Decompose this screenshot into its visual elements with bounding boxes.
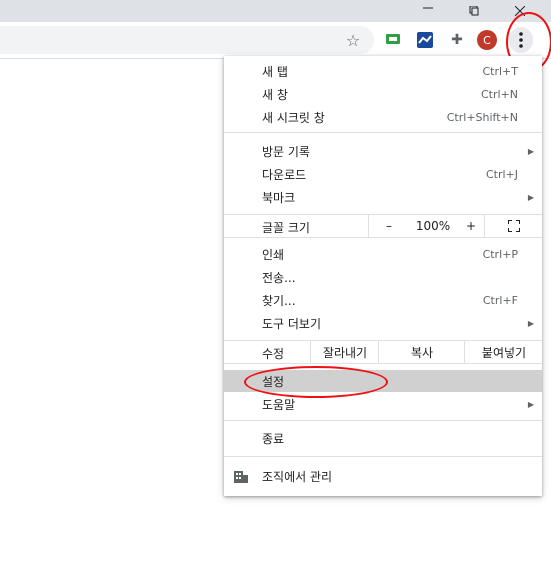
zoom-level: 100% (408, 215, 458, 237)
building-icon (234, 469, 248, 486)
menu-find[interactable]: 찾기... Ctrl+F (224, 289, 542, 311)
zoom-value: 100% (415, 219, 451, 233)
menu-label: 방문 기록 (262, 144, 310, 159)
menu-more-tools[interactable]: 도구 더보기 ▶ (224, 312, 542, 334)
cut-button[interactable]: 잘라내기 (310, 341, 379, 363)
extension-1-button[interactable] (382, 29, 404, 51)
extension-2-button[interactable] (414, 29, 436, 51)
star-icon: ☆ (345, 30, 361, 50)
paste-label: 붙여넣기 (481, 345, 527, 360)
menu-shortcut: Ctrl+P (482, 247, 518, 261)
copy-button[interactable]: 복사 (378, 341, 465, 363)
menu-history[interactable]: 방문 기록 ▶ (224, 140, 542, 162)
menu-shortcut: Ctrl+N (480, 87, 518, 101)
minimize-button[interactable] (410, 0, 446, 22)
submenu-arrow-icon: ▶ (527, 192, 534, 202)
menu-print[interactable]: 인쇄 Ctrl+P (224, 243, 542, 265)
menu-new-window[interactable]: 새 창 Ctrl+N (224, 83, 542, 105)
menu-cast[interactable]: 전송... (224, 266, 542, 288)
menu-label: 찾기... (262, 293, 296, 308)
menu-help[interactable]: 도움말 ▶ (224, 393, 542, 415)
browser-toolbar: ☆ ✚ C (0, 22, 551, 59)
zoom-out-button[interactable]: – (368, 215, 409, 237)
menu-label: 북마크 (262, 190, 296, 205)
submenu-arrow-icon: ▶ (527, 146, 534, 156)
cut-label: 잘라내기 (322, 345, 368, 360)
screen-extension-icon (386, 34, 400, 44)
zoom-label: 글꼴 크기 (262, 221, 310, 235)
zoom-plus-label: + (465, 219, 477, 233)
extensions-button[interactable]: ✚ (446, 29, 468, 51)
menu-shortcut: Ctrl+F (482, 293, 518, 307)
menu-shortcut: Ctrl+Shift+N (446, 110, 518, 124)
menu-managed[interactable]: 조직에서 관리 (224, 465, 542, 487)
chrome-menu: 새 탭 Ctrl+T 새 창 Ctrl+N 새 시크릿 창 Ctrl+Shift… (224, 56, 542, 496)
zoom-in-button[interactable]: + (458, 215, 484, 237)
fullscreen-button[interactable] (484, 215, 543, 237)
menu-downloads[interactable]: 다운로드 Ctrl+J (224, 163, 542, 185)
menu-label: 다운로드 (262, 167, 307, 182)
minimize-icon (423, 7, 433, 9)
address-bar[interactable] (0, 26, 374, 54)
menu-incognito[interactable]: 새 시크릿 창 Ctrl+Shift+N (224, 106, 542, 128)
wave-extension-icon (417, 32, 433, 48)
menu-new-tab[interactable]: 새 탭 Ctrl+T (224, 60, 542, 82)
restore-icon (469, 6, 479, 16)
separator (224, 420, 542, 421)
zoom-minus-label: – (386, 219, 392, 233)
menu-exit[interactable]: 종료 (224, 427, 542, 449)
menu-label: 도움말 (262, 397, 296, 412)
paste-button[interactable]: 붙여넣기 (464, 341, 543, 363)
menu-label: 종료 (262, 431, 285, 446)
submenu-arrow-icon: ▶ (527, 399, 534, 409)
menu-label: 조직에서 관리 (262, 469, 333, 484)
zoom-row: 글꼴 크기 – 100% + (224, 214, 542, 238)
menu-label: 도구 더보기 (262, 316, 322, 331)
profile-button[interactable]: C (476, 29, 498, 51)
copy-label: 복사 (410, 345, 434, 360)
menu-label: 전송... (262, 270, 296, 285)
menu-label: 새 시크릿 창 (262, 110, 325, 125)
avatar: C (477, 30, 497, 50)
restore-button[interactable] (456, 0, 492, 22)
menu-label: 새 창 (262, 87, 288, 102)
menu-bookmarks[interactable]: 북마크 ▶ (224, 186, 542, 208)
edit-label: 수정 (262, 347, 285, 361)
menu-label: 인쇄 (262, 247, 285, 262)
edit-row: 수정 잘라내기 복사 붙여넣기 (224, 340, 542, 364)
puzzle-icon: ✚ (451, 32, 463, 48)
menu-shortcut: Ctrl+J (485, 167, 518, 181)
fullscreen-icon (508, 220, 520, 232)
separator (224, 132, 542, 133)
menu-label: 새 탭 (262, 64, 288, 79)
bookmark-star-button[interactable]: ☆ (342, 29, 364, 51)
title-bar (0, 0, 551, 22)
annotation-ellipse-settings (244, 366, 388, 398)
menu-shortcut: Ctrl+T (482, 64, 518, 78)
submenu-arrow-icon: ▶ (527, 318, 534, 328)
separator (224, 456, 542, 457)
